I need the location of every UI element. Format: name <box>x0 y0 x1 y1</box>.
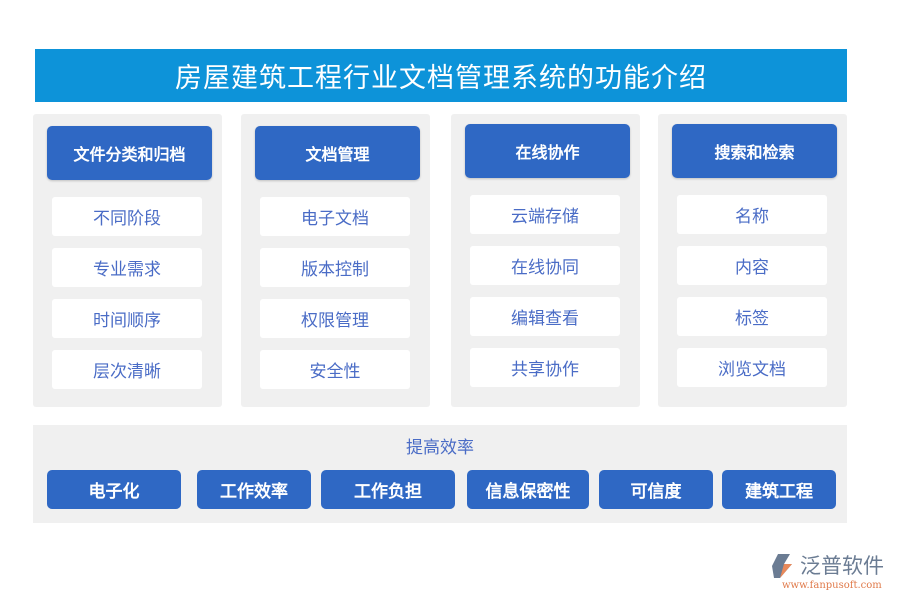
column-item: 版本控制 <box>260 248 410 287</box>
logo-name: 泛普软件 <box>800 554 884 578</box>
page-title: 房屋建筑工程行业文档管理系统的功能介绍 <box>35 49 847 102</box>
column-item: 权限管理 <box>260 299 410 338</box>
column-item: 云端存储 <box>470 195 620 234</box>
column-item: 不同阶段 <box>52 197 202 236</box>
column-item: 层次清晰 <box>52 350 202 389</box>
column-item: 标签 <box>677 297 827 336</box>
column-item: 名称 <box>677 195 827 234</box>
column-item: 内容 <box>677 246 827 285</box>
column-header: 文件分类和归档 <box>47 126 212 180</box>
efficiency-item: 可信度 <box>599 470 713 509</box>
column-item: 专业需求 <box>52 248 202 287</box>
logo-url: www.fanpusoft.com <box>782 580 882 591</box>
fanpu-logo-icon <box>772 554 792 578</box>
efficiency-item: 建筑工程 <box>722 470 836 509</box>
column-item: 电子文档 <box>260 197 410 236</box>
column-item: 时间顺序 <box>52 299 202 338</box>
column-item: 安全性 <box>260 350 410 389</box>
efficiency-item: 工作负担 <box>321 470 455 509</box>
column-header: 搜索和检索 <box>672 124 837 178</box>
efficiency-item: 信息保密性 <box>467 470 589 509</box>
efficiency-item: 电子化 <box>47 470 181 509</box>
efficiency-title: 提高效率 <box>406 438 474 458</box>
column-item: 共享协作 <box>470 348 620 387</box>
column-header: 在线协作 <box>465 124 630 178</box>
column-item: 编辑查看 <box>470 297 620 336</box>
column-item: 浏览文档 <box>677 348 827 387</box>
column-header: 文档管理 <box>255 126 420 180</box>
efficiency-item: 工作效率 <box>197 470 311 509</box>
column-item: 在线协同 <box>470 246 620 285</box>
logo: 泛普软件 www.fanpusoft.com <box>770 550 895 595</box>
